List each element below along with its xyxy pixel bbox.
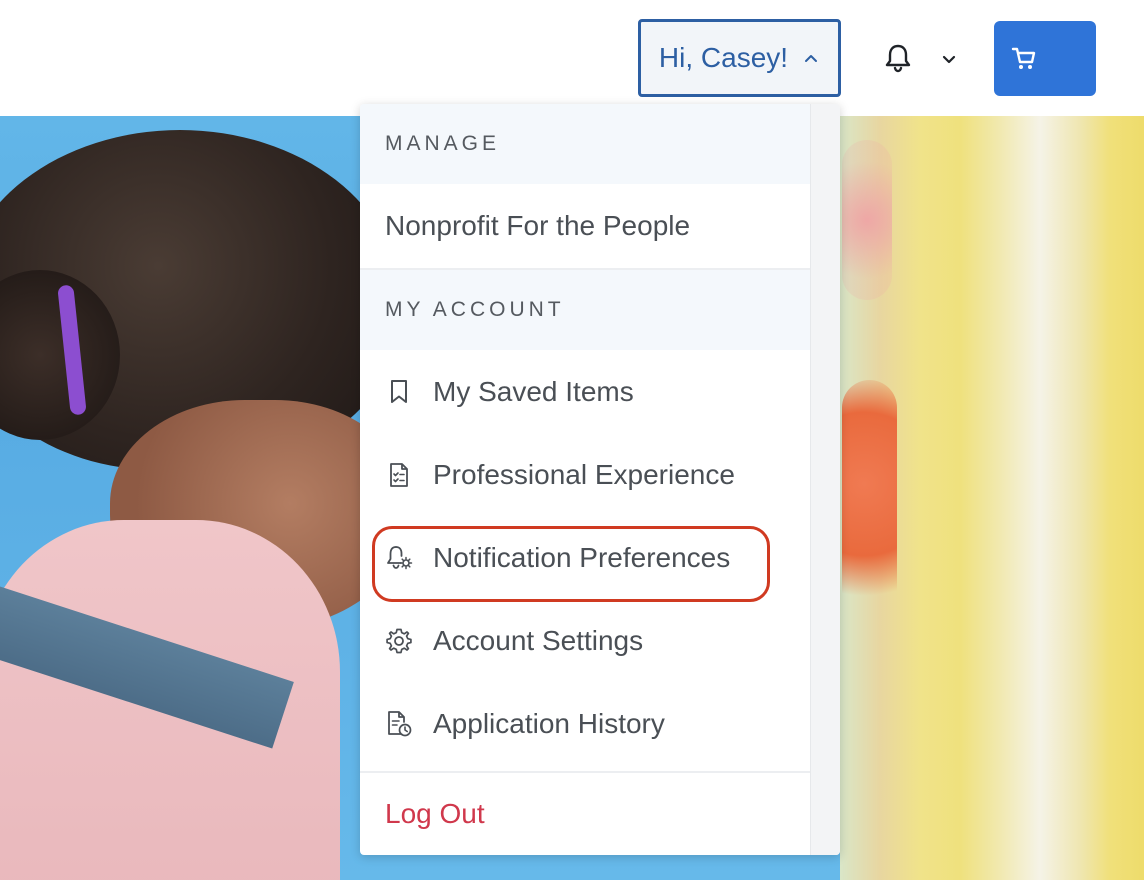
menu-item-saved-items[interactable]: My Saved Items xyxy=(360,350,810,433)
bell-gear-icon xyxy=(385,544,413,572)
page: Hi, Casey! MANAGE Nonprofit For the Peop… xyxy=(0,0,1144,880)
user-greeting: Hi, Casey! xyxy=(658,42,789,73)
chevron-up-icon xyxy=(802,49,820,67)
section-header-my-account: MY ACCOUNT xyxy=(360,270,810,350)
menu-item-label: My Saved Items xyxy=(433,375,634,407)
gear-icon xyxy=(385,627,413,655)
document-clock-icon xyxy=(385,710,413,738)
menu-item-label: Application History xyxy=(433,707,665,739)
chevron-down-icon[interactable] xyxy=(938,50,960,68)
logout-button[interactable]: Log Out xyxy=(360,771,810,855)
menu-item-label: Professional Experience xyxy=(433,458,735,490)
hero-photo-mural-pink xyxy=(842,140,892,300)
bookmark-icon xyxy=(385,378,413,406)
user-menu-button[interactable]: Hi, Casey! xyxy=(638,19,841,97)
site-header: Hi, Casey! xyxy=(0,0,1144,116)
menu-item-application-history[interactable]: Application History xyxy=(360,682,810,765)
menu-item-account-settings[interactable]: Account Settings xyxy=(360,599,810,682)
menu-item-notification-preferences[interactable]: Notification Preferences xyxy=(360,516,810,602)
logout-label: Log Out xyxy=(385,798,485,829)
checklist-document-icon xyxy=(385,461,413,489)
user-dropdown-menu: MANAGE Nonprofit For the People MY ACCOU… xyxy=(360,104,840,855)
menu-item-label: Notification Preferences xyxy=(433,541,731,573)
section-header-manage: MANAGE xyxy=(360,104,810,184)
menu-item-organization[interactable]: Nonprofit For the People xyxy=(360,184,810,270)
menu-content: MANAGE Nonprofit For the People MY ACCOU… xyxy=(360,104,810,855)
menu-item-label: Account Settings xyxy=(433,624,644,656)
cart-button[interactable] xyxy=(994,21,1096,96)
organization-name: Nonprofit For the People xyxy=(385,210,691,241)
hero-photo-mural-swirl xyxy=(842,380,897,640)
menu-scrollbar[interactable] xyxy=(810,104,840,855)
bell-icon[interactable] xyxy=(880,40,916,76)
menu-item-professional-experience[interactable]: Professional Experience xyxy=(360,433,810,516)
cart-icon xyxy=(1011,46,1037,72)
